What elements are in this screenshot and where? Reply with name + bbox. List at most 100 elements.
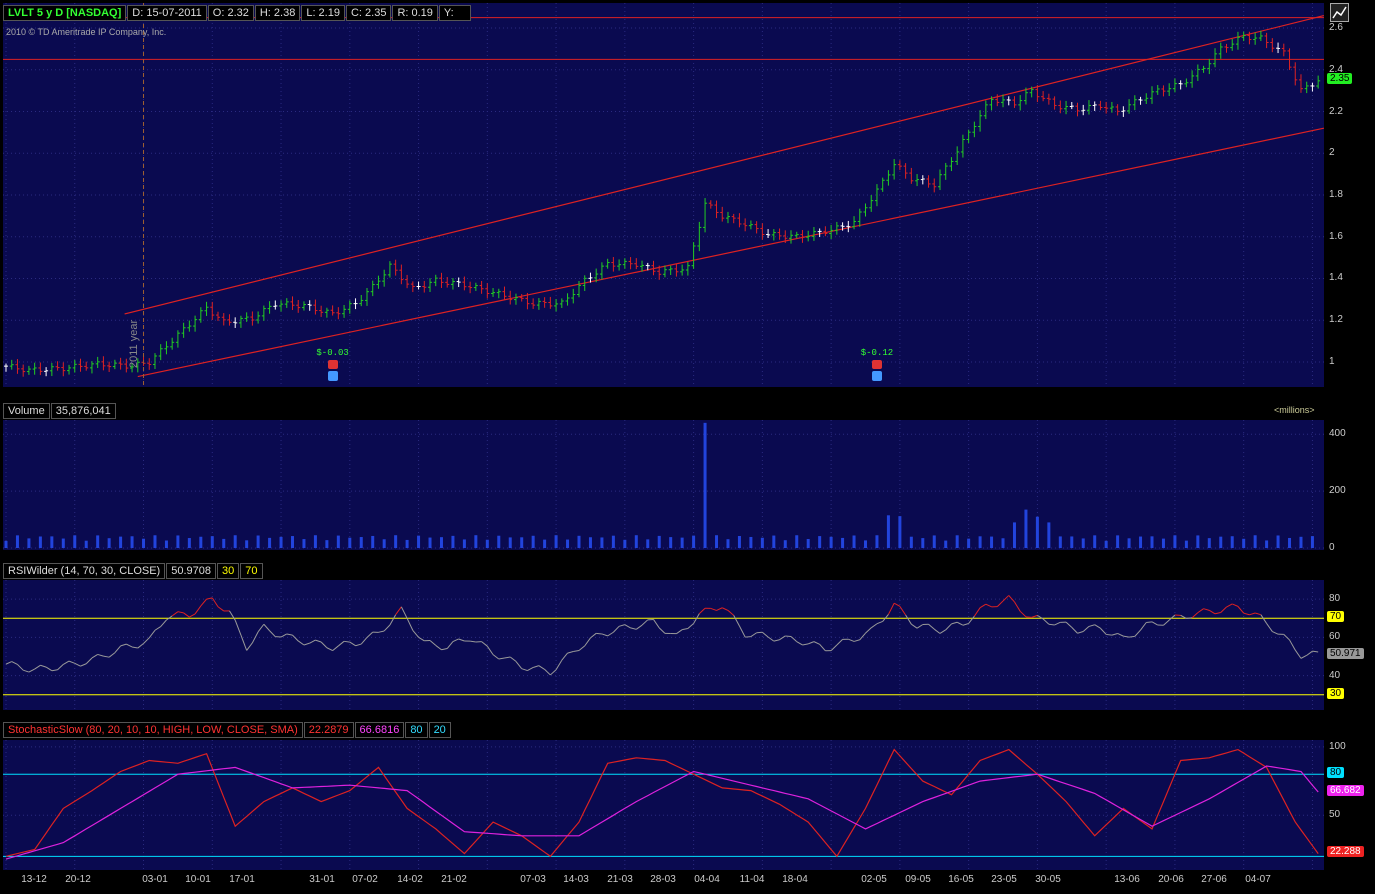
volume-bar <box>142 538 146 548</box>
volume-bar <box>1161 538 1165 548</box>
volume-bar <box>657 535 661 548</box>
rsi-line-segment <box>1226 603 1233 608</box>
volume-bar <box>497 535 501 548</box>
volume-bar <box>520 537 524 548</box>
rsi-line-segment <box>853 639 860 642</box>
earnings-event-icon[interactable] <box>871 360 882 382</box>
rsi-line-segment <box>785 635 792 637</box>
rsi-line-segment <box>234 620 242 636</box>
rsi-line-segment <box>985 603 992 608</box>
rsi-line-segment <box>34 664 41 670</box>
volume-bar <box>1058 536 1062 548</box>
rsi-line-segment <box>607 631 614 637</box>
volume-bar <box>967 538 971 548</box>
symbol-label[interactable]: LVLT 5 y D [NASDAQ] <box>3 5 127 21</box>
rsi-line-segment <box>257 623 265 633</box>
rsi-lower: 30 <box>217 563 240 579</box>
rsi-line-segment <box>91 654 98 659</box>
rsi-line-segment <box>1168 614 1176 621</box>
x-axis-label: 27-06 <box>1201 874 1227 885</box>
rsi-line-segment <box>555 659 563 670</box>
stoch-title[interactable]: StochasticSlow (80, 20, 10, 10, HIGH, LO… <box>3 722 303 738</box>
volume-bar <box>588 537 592 548</box>
rsi-line-segment <box>808 641 815 645</box>
rsi-line-segment <box>309 639 316 644</box>
price-axis-label: 1.6 <box>1329 230 1343 242</box>
rsi-line-segment <box>573 649 580 652</box>
x-axis-label: 28-03 <box>650 874 676 885</box>
volume-bar <box>1150 536 1154 548</box>
rsi-line-segment <box>1272 631 1279 635</box>
volume-bar <box>1219 536 1223 548</box>
rsi-line-segment <box>641 619 649 626</box>
x-axis-label: 09-05 <box>905 874 931 885</box>
volume-bar <box>1104 540 1108 548</box>
rsi-line-segment <box>1243 612 1250 616</box>
rsi-line-segment <box>1283 634 1290 641</box>
price-axis-label: 2 <box>1329 147 1335 159</box>
volume-axis-label: 0 <box>1329 542 1335 553</box>
rsi-line-segment <box>326 647 333 652</box>
volume-bar <box>164 540 168 548</box>
volume-bar <box>439 537 443 548</box>
rsi-line-segment <box>601 633 608 637</box>
stoch-upper-tag: 80 <box>1327 767 1345 779</box>
rsi-line-segment <box>698 607 706 614</box>
chart-settings-button[interactable] <box>1330 3 1349 22</box>
volume-title[interactable]: Volume <box>3 403 50 419</box>
rsi-line-segment <box>1111 632 1118 636</box>
x-axis-label: 18-04 <box>782 874 808 885</box>
rsi-line-segment <box>446 641 454 649</box>
rsi-line-segment <box>676 629 683 635</box>
rsi-title[interactable]: RSIWilder (14, 70, 30, CLOSE) <box>3 563 166 579</box>
rsi-line-segment <box>1088 624 1095 627</box>
volume-bar <box>187 538 191 548</box>
rsi-line-segment <box>509 656 517 662</box>
rsi-line-segment <box>596 632 602 635</box>
earnings-event-label[interactable]: $-0.12 <box>861 348 893 358</box>
rsi-line-segment <box>802 643 809 646</box>
chart-icon <box>1332 6 1347 19</box>
volume-bar <box>864 540 867 548</box>
year-marker: 2011 year <box>128 319 140 368</box>
rsi-line-segment <box>1163 619 1170 626</box>
rsi-line-segment <box>131 646 138 649</box>
rsi-line-segment <box>315 639 322 643</box>
volume-header: Volume 35,876,041 <box>3 403 117 419</box>
rsi-line-segment <box>968 615 975 624</box>
rsi-lower-tag: 30 <box>1327 687 1345 699</box>
rsi-line-segment <box>441 648 448 651</box>
rsi-line-segment <box>1134 629 1141 637</box>
rsi-line-segment <box>887 603 895 615</box>
rsi-line-segment <box>171 611 179 617</box>
rsi-line-segment <box>28 668 35 673</box>
volume-bar <box>921 538 925 548</box>
earnings-event-label[interactable]: $-0.03 <box>316 348 348 358</box>
volume-bar <box>978 536 982 548</box>
volume-bar <box>600 537 604 548</box>
price-axis-label: 1 <box>1329 355 1335 367</box>
x-axis-label: 20-12 <box>65 874 91 885</box>
rsi-line-segment <box>630 627 637 630</box>
volume-bar <box>554 535 558 548</box>
earnings-event-icon[interactable] <box>327 360 338 382</box>
volume-bar <box>1276 535 1280 548</box>
x-axis-label: 03-01 <box>142 874 168 885</box>
volume-bar <box>359 537 363 548</box>
volume-bar <box>566 539 570 548</box>
rsi-line-segment <box>750 632 757 638</box>
x-axis-label: 11-04 <box>739 874 765 885</box>
x-axis-label: 07-02 <box>352 874 378 885</box>
rsi-upper-tag: 70 <box>1327 611 1345 623</box>
rsi-line-segment <box>229 610 236 621</box>
rsi-line-segment <box>1140 622 1147 631</box>
price-axis-label: 1.2 <box>1329 314 1343 326</box>
volume-bar <box>245 540 249 548</box>
rsi-line-segment <box>126 643 133 648</box>
x-axis-label: 04-04 <box>694 874 720 885</box>
volume-bar <box>50 536 54 548</box>
stoch-header: StochasticSlow (80, 20, 10, 10, HIGH, LO… <box>3 722 452 738</box>
rsi-line-segment <box>928 623 935 630</box>
volume-bar <box>726 539 730 548</box>
rsi-line-segment <box>332 645 339 651</box>
